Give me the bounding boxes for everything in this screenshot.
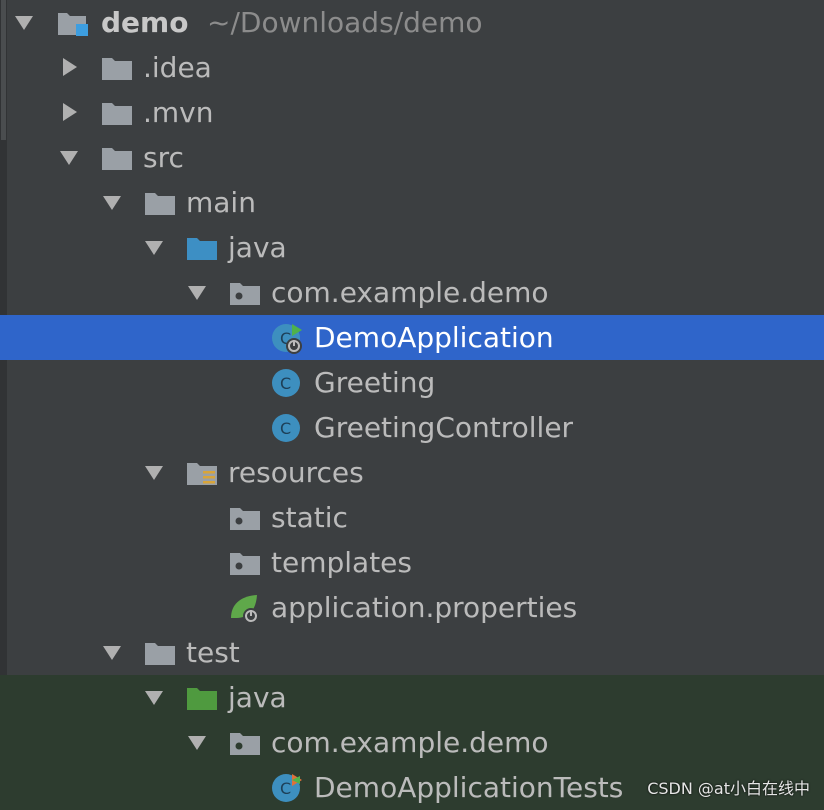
root-path: ~/Downloads/demo	[207, 6, 483, 39]
tree-item-label: templates	[271, 546, 412, 579]
svg-text:C: C	[280, 374, 291, 393]
svg-text:C: C	[280, 779, 291, 798]
folder-icon	[100, 142, 134, 174]
tree-item-label: src	[143, 141, 184, 174]
spring-boot-class-icon: C	[270, 322, 304, 354]
tree-item-label: static	[271, 501, 348, 534]
tree-row-test[interactable]: test	[0, 630, 824, 675]
chevron-down-icon[interactable]	[143, 236, 165, 258]
package-icon	[228, 547, 262, 579]
tree-item-label: resources	[228, 456, 364, 489]
chevron-down-icon[interactable]	[58, 146, 80, 168]
spring-properties-icon	[227, 592, 261, 624]
tree-row-resources[interactable]: resources	[0, 450, 824, 495]
root-name: demo	[101, 6, 189, 39]
chevron-down-icon[interactable]	[143, 461, 165, 483]
tree-row-application-properties[interactable]: application.properties	[0, 585, 824, 630]
tree-row-greeting[interactable]: C Greeting	[0, 360, 824, 405]
tree-item-label: main	[186, 186, 256, 219]
chevron-down-icon[interactable]	[101, 641, 123, 663]
tree-item-label: DemoApplicationTests	[314, 771, 624, 804]
tree-item-label: java	[228, 231, 287, 264]
tree-item-label: com.example.demo	[271, 276, 549, 309]
test-source-folder-icon	[185, 682, 219, 714]
tree-row-main-java[interactable]: java	[0, 225, 824, 270]
tree-item-label: .mvn	[143, 96, 214, 129]
folder-icon	[143, 187, 177, 219]
tree-row-templates[interactable]: templates	[0, 540, 824, 585]
folder-icon	[100, 97, 134, 129]
tree-row-greeting-controller[interactable]: C GreetingController	[0, 405, 824, 450]
chevron-right-icon[interactable]	[58, 56, 80, 78]
tree-item-label: GreetingController	[314, 411, 574, 444]
tree-item-label: com.example.demo	[271, 726, 549, 759]
tree-item-label: .idea	[143, 51, 212, 84]
tree-item-label: java	[228, 681, 287, 714]
chevron-down-icon[interactable]	[101, 191, 123, 213]
tree-row-static[interactable]: static	[0, 495, 824, 540]
tree-row-mvn[interactable]: .mvn	[0, 90, 824, 135]
svg-text:C: C	[280, 419, 291, 438]
tree-row-demo-application[interactable]: C DemoApplication	[0, 315, 824, 360]
tree-row-root-demo[interactable]: demo ~/Downloads/demo	[0, 0, 824, 45]
source-folder-icon	[185, 232, 219, 264]
tree-row-test-java[interactable]: java	[0, 675, 824, 720]
tree-row-main[interactable]: main	[0, 180, 824, 225]
chevron-right-icon[interactable]	[58, 101, 80, 123]
package-icon	[228, 502, 262, 534]
package-icon	[228, 727, 262, 759]
tree-item-label: Greeting	[314, 366, 436, 399]
test-class-icon: C	[270, 772, 304, 804]
tree-row-test-package[interactable]: com.example.demo	[0, 720, 824, 765]
class-icon: C	[270, 412, 304, 444]
module-folder-icon	[56, 7, 90, 39]
folder-icon	[100, 52, 134, 84]
tree-row-package[interactable]: com.example.demo	[0, 270, 824, 315]
tree-item-label: DemoApplication	[314, 321, 554, 354]
folder-icon	[143, 637, 177, 669]
resources-folder-icon	[185, 457, 219, 489]
project-tree: demo ~/Downloads/demo .idea .mvn src mai…	[0, 0, 824, 810]
class-icon: C	[270, 367, 304, 399]
watermark: CSDN @at小白在线中	[647, 779, 810, 798]
tree-row-src[interactable]: src	[0, 135, 824, 180]
tree-item-label: application.properties	[271, 591, 578, 624]
tree-item-label: test	[186, 636, 240, 669]
chevron-down-icon[interactable]	[13, 11, 35, 33]
chevron-down-icon[interactable]	[186, 731, 208, 753]
tree-row-idea[interactable]: .idea	[0, 45, 824, 90]
package-icon	[228, 277, 262, 309]
chevron-down-icon[interactable]	[186, 281, 208, 303]
chevron-down-icon[interactable]	[143, 686, 165, 708]
